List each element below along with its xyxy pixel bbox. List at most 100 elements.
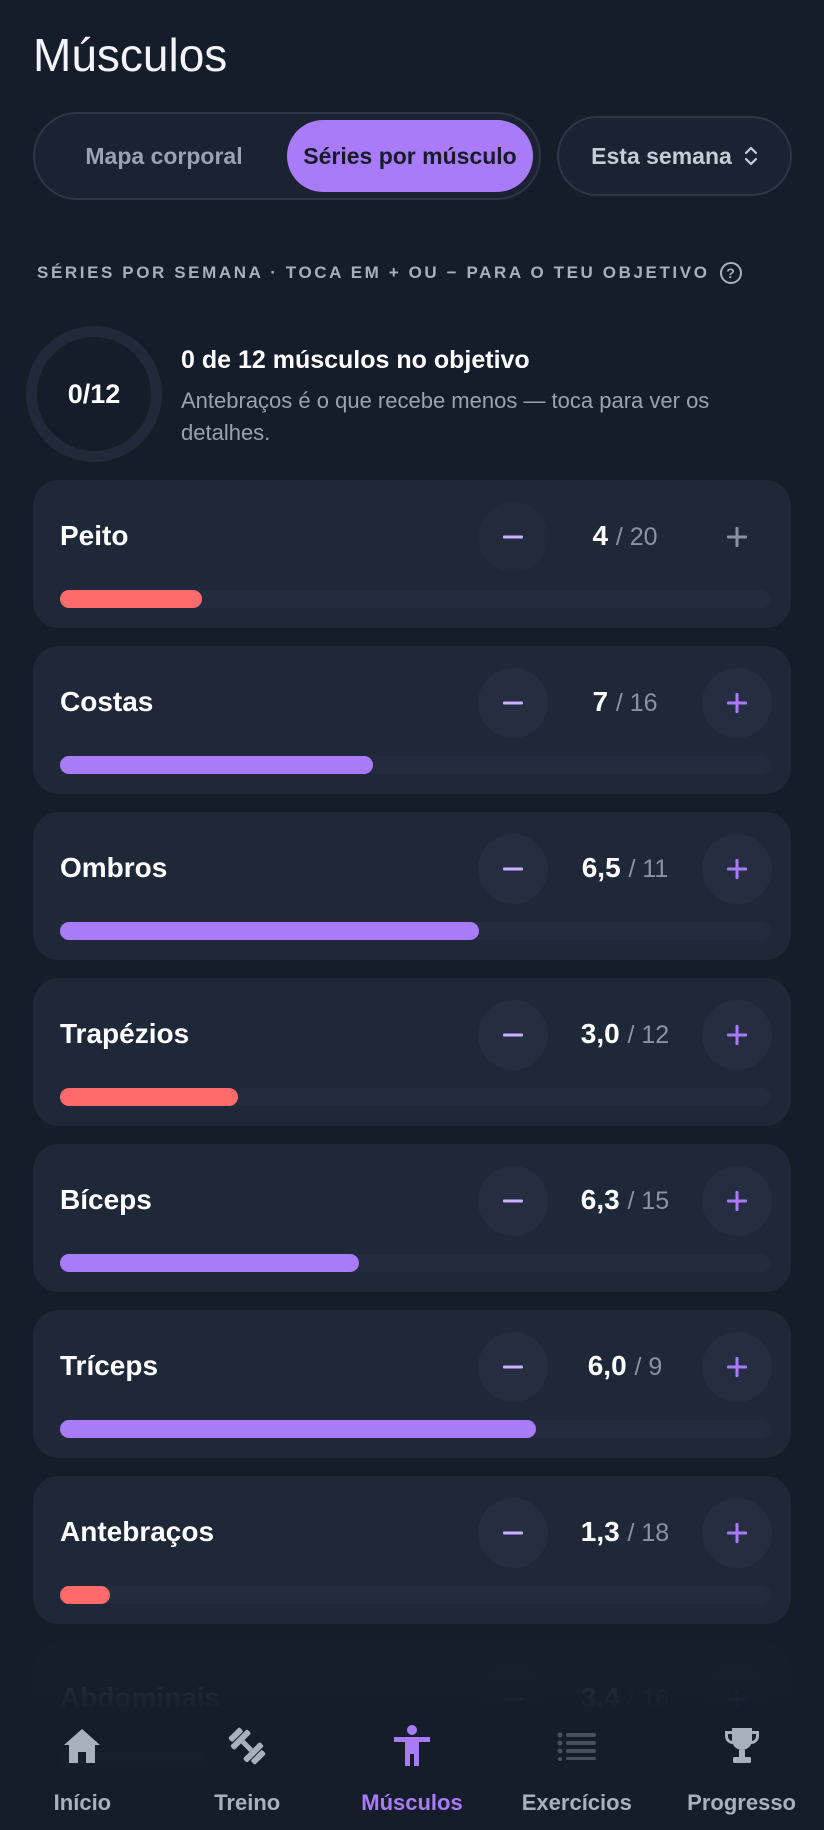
decrease-button[interactable] [478, 1332, 548, 1402]
page-title: Músculos [33, 29, 228, 81]
progress-fill [60, 1420, 536, 1438]
plus-icon [727, 1523, 747, 1543]
progress-track [60, 1420, 771, 1438]
sets-goal: / 20 [615, 523, 658, 551]
plus-icon [727, 1025, 747, 1045]
sets-count: 1,3 / 18 [548, 1516, 702, 1548]
sets-goal: / 9 [634, 1353, 663, 1381]
sets-count: 6,0 / 9 [548, 1350, 702, 1382]
decrease-button[interactable] [478, 834, 548, 904]
help-icon[interactable]: ? [719, 262, 742, 284]
increase-button[interactable] [702, 502, 772, 572]
plus-icon [727, 527, 747, 547]
decrease-button[interactable] [478, 502, 548, 572]
muscle-card[interactable]: Peito 4 / 20 [33, 480, 791, 628]
progress-track [60, 1586, 771, 1604]
muscle-name: Peito [60, 520, 129, 551]
muscle-card[interactable]: Tríceps 6,0 / 9 [33, 1310, 791, 1458]
progress-track [60, 1254, 771, 1272]
sets-count: 6,5 / 11 [548, 852, 702, 884]
sets-value: 4 [592, 520, 609, 551]
summary-headline: 0 de 12 músculos no objetivo [181, 346, 530, 374]
sets-goal: / 18 [627, 1519, 670, 1547]
dumbbell-icon [225, 1720, 269, 1772]
view-toggle: Mapa corporal Séries por músculo [33, 112, 541, 200]
section-label: SÉRIES POR SEMANA · TOCA EM + OU − PARA … [37, 262, 742, 284]
sets-goal: / 12 [627, 1021, 670, 1049]
nav-label-inicio: Início [53, 1790, 112, 1815]
summary-subtext: Antebraços é o que recebe menos — toca p… [181, 388, 710, 445]
nav-label-musculos: Músculos [361, 1790, 463, 1815]
tab-sets-per-muscle[interactable]: Séries por músculo [287, 120, 533, 192]
plus-icon [727, 693, 747, 713]
nav-label-treino: Treino [214, 1790, 281, 1815]
muscle-name: Costas [60, 686, 154, 717]
nav-item-treino[interactable]: Treino [165, 1700, 330, 1830]
increase-button[interactable] [702, 1000, 772, 1070]
minus-icon [503, 1199, 523, 1203]
progress-fill [60, 1088, 238, 1106]
sets-value: 6,5 [581, 852, 621, 883]
increase-button[interactable] [702, 1332, 772, 1402]
sets-count: 6,3 / 15 [548, 1184, 702, 1216]
nav-item-progresso[interactable]: Progresso [659, 1700, 824, 1830]
plus-icon [727, 859, 747, 879]
sets-count: 4 / 20 [548, 520, 702, 552]
decrease-button[interactable] [478, 1166, 548, 1236]
progress-track [60, 590, 771, 608]
section-label-text: SÉRIES POR SEMANA · TOCA EM + OU − PARA … [37, 263, 710, 282]
sets-goal: / 11 [628, 855, 669, 883]
plus-icon [727, 1357, 747, 1377]
muscle-name: Bíceps [60, 1184, 152, 1215]
sets-value: 1,3 [580, 1516, 620, 1547]
nav-item-inicio[interactable]: Início [0, 1700, 165, 1830]
progress-track [60, 1088, 771, 1106]
increase-button[interactable] [702, 1498, 772, 1568]
trophy-icon [721, 1720, 763, 1772]
progress-track [60, 922, 771, 940]
decrease-button[interactable] [478, 1000, 548, 1070]
nav-label-progresso: Progresso [687, 1790, 796, 1815]
sets-value: 7 [592, 686, 609, 717]
list-icon [556, 1720, 598, 1772]
minus-icon [503, 867, 523, 871]
progress-ring-label: 0/12 [67, 378, 121, 409]
muscle-name: Tríceps [60, 1350, 159, 1381]
nav-label-exercicios: Exercícios [521, 1790, 632, 1815]
muscle-card[interactable]: Trapézios 3,0 / 12 [33, 978, 791, 1126]
sets-value: 3,0 [580, 1018, 620, 1049]
muscle-card[interactable]: Antebraços 1,3 / 18 [33, 1476, 791, 1624]
progress-fill [60, 922, 479, 940]
tab-body-map[interactable]: Mapa corporal [41, 120, 287, 192]
muscle-name: Ombros [60, 852, 168, 883]
minus-icon [503, 1531, 523, 1535]
decrease-button[interactable] [478, 668, 548, 738]
progress-track [60, 756, 771, 774]
sets-count: 7 / 16 [548, 686, 702, 718]
muscle-name: Antebraços [60, 1516, 215, 1547]
summary[interactable]: 0 de 12 músculos no objetivo Antebraços … [181, 346, 781, 449]
chevron-up-down-icon [744, 144, 758, 168]
sets-goal: / 16 [615, 689, 658, 717]
muscle-name: Trapézios [60, 1018, 190, 1049]
decrease-button[interactable] [478, 1498, 548, 1568]
muscle-card[interactable]: Ombros 6,5 / 11 [33, 812, 791, 960]
minus-icon [503, 1033, 523, 1037]
sets-value: 6,0 [587, 1350, 627, 1381]
period-select[interactable]: Esta semana [557, 116, 792, 196]
muscle-card[interactable]: Bíceps 6,3 / 15 [33, 1144, 791, 1292]
nav-item-exercicios[interactable]: Exercícios [494, 1700, 659, 1830]
increase-button[interactable] [702, 668, 772, 738]
increase-button[interactable] [702, 834, 772, 904]
progress-fill [60, 1254, 359, 1272]
muscle-card[interactable]: Costas 7 / 16 [33, 646, 791, 794]
minus-icon [503, 535, 523, 539]
nav-item-musculos[interactable]: Músculos [330, 1700, 495, 1830]
minus-icon [503, 1365, 523, 1369]
plus-icon [727, 1191, 747, 1211]
progress-fill [60, 590, 202, 608]
increase-button[interactable] [702, 1166, 772, 1236]
bottom-nav: Início Treino Músculos Exercícios Progre… [0, 1700, 824, 1830]
progress-fill [60, 1586, 110, 1604]
period-select-value: Esta semana [591, 142, 732, 169]
